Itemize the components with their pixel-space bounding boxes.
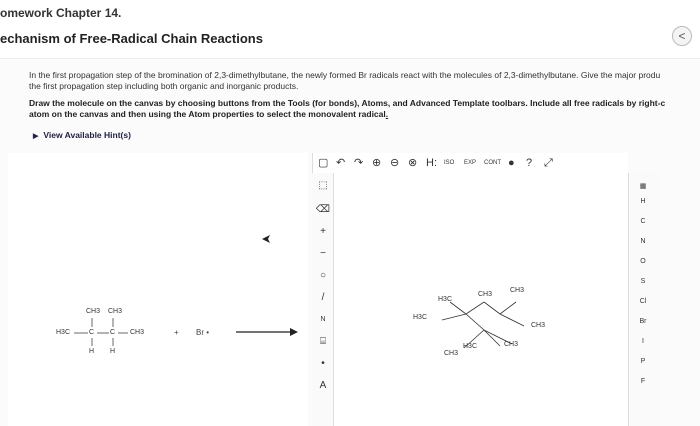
ch3-label: CH3 [108, 308, 123, 315]
ch3-label: CH3 [444, 350, 459, 357]
bond-line [483, 329, 501, 347]
cont-button[interactable]: CONT [484, 156, 501, 170]
ch3-label: CH3 [86, 308, 101, 315]
radical-dot-icon[interactable]: • [314, 357, 332, 371]
bond-line [449, 301, 467, 315]
atom-button-br[interactable]: Br [628, 318, 658, 325]
clear-icon[interactable]: ⊗ [408, 156, 417, 170]
cursor-arrow-icon [262, 235, 270, 243]
section-title: echanism of Free-Radical Chain Reactions [0, 31, 263, 46]
hydrogen-label: H [110, 348, 116, 355]
positive-charge-icon[interactable]: + [314, 225, 332, 239]
reaction-arrow [236, 328, 298, 336]
atom-button-o[interactable]: O [628, 258, 658, 265]
new-doc-icon[interactable]: ▢ [318, 156, 328, 170]
zoom-out-icon[interactable]: ⊖ [390, 156, 399, 170]
instruction-line-2-text: atom on the canvas and then using the At… [29, 109, 386, 119]
atom-button-cl[interactable]: Cl [628, 298, 658, 305]
atom-button-c[interactable]: C [628, 218, 658, 225]
left-toolbar: ⬚ ⌫ + − ○ / N ⌸ • A [312, 173, 334, 426]
bond-line [483, 301, 501, 315]
ch3-label: CH3 [478, 291, 493, 298]
exp-button[interactable]: EXP [464, 156, 476, 170]
negative-charge-icon[interactable]: − [314, 247, 332, 261]
selection-icon[interactable]: ⬚ [314, 179, 332, 193]
n-label-tool[interactable]: N [314, 313, 332, 327]
h3c-label: H3C [438, 296, 453, 303]
single-bond-icon[interactable]: / [314, 291, 332, 305]
assignment-title: omework Chapter 14. [0, 6, 122, 20]
hydrogen-label: H [89, 348, 95, 355]
ch3-label: CH3 [504, 341, 519, 348]
periodic-table-icon[interactable]: ▦ [628, 182, 658, 190]
atom-button-h[interactable]: H [628, 198, 658, 205]
ch3-label: CH3 [531, 322, 546, 329]
instruction-line-2-underlined: . [385, 109, 389, 119]
instruction-text: Draw the molecule on the canvas by choos… [29, 98, 700, 120]
atom-button-f[interactable]: F [628, 378, 658, 385]
ch3-label: CH3 [510, 287, 525, 294]
info-icon[interactable]: ● [508, 156, 515, 170]
back-button[interactable]: < [672, 26, 692, 46]
bond-line [499, 313, 525, 327]
atom-property-icon[interactable]: A [314, 379, 332, 393]
question-line-1: In the first propagation step of the bro… [29, 70, 661, 80]
help-icon[interactable]: ? [526, 156, 532, 170]
bond-line [441, 313, 467, 321]
instruction-line-2: atom on the canvas and then using the At… [29, 109, 700, 120]
template-icon[interactable]: ⌸ [314, 335, 332, 349]
instruction-line-1: Draw the molecule on the canvas by choos… [29, 98, 666, 108]
h3c-label: H3C [413, 314, 428, 321]
eraser-icon[interactable]: ⌫ [314, 203, 332, 217]
caret-right-icon: ▶ [33, 133, 39, 140]
bromine-radical-label: Br • [196, 328, 210, 337]
question-line-2: the first propagation step including bot… [29, 81, 299, 91]
carbon-label: C [110, 329, 116, 336]
arrow-head [290, 328, 298, 336]
expand-icon[interactable]: ⤢ [544, 156, 553, 170]
bond-line [499, 301, 517, 315]
atom-button-p[interactable]: P [628, 358, 658, 365]
bond-line [465, 301, 485, 315]
h3c-label: H3C [56, 329, 71, 336]
reaction-canvas [8, 153, 308, 426]
view-hints-label: View Available Hint(s) [43, 130, 131, 140]
iso-button[interactable]: ISO [444, 156, 454, 170]
h3c-label: H3C [463, 343, 478, 350]
bond-line [465, 313, 485, 331]
view-hints-link[interactable]: ▶ View Available Hint(s) [33, 130, 131, 140]
zoom-in-icon[interactable]: ⊕ [372, 156, 381, 170]
carbon-label: C [89, 329, 95, 336]
atom-button-s[interactable]: S [628, 278, 658, 285]
atom-button-i[interactable]: I [628, 338, 658, 345]
ch3-label: CH3 [130, 329, 145, 336]
atom-button-n[interactable]: N [628, 238, 658, 245]
hydrogen-toggle[interactable]: H: [426, 156, 437, 170]
ring-icon[interactable]: ○ [314, 269, 332, 283]
plus-sign: + [174, 328, 179, 337]
undo-icon[interactable]: ↶ [336, 156, 345, 170]
editor-top-toolbar: ▢ ↶ ↷ ⊕ ⊖ ⊗ H: ISO EXP CONT ● ? ⤢ [312, 153, 628, 173]
question-text: In the first propagation step of the bro… [29, 70, 700, 92]
redo-icon[interactable]: ↷ [354, 156, 363, 170]
